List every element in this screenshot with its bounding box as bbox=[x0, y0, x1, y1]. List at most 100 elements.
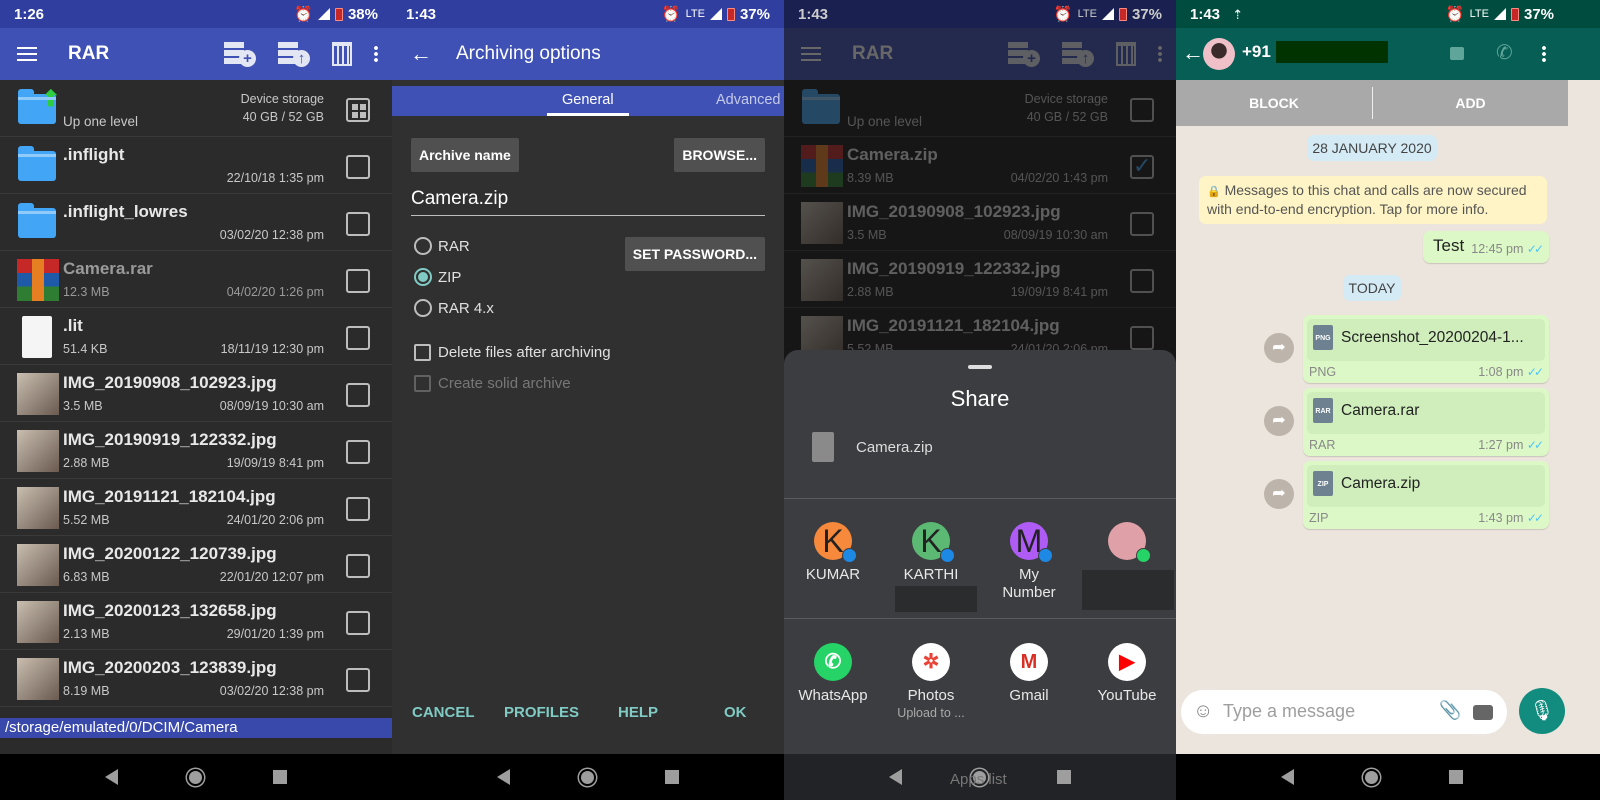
folder-up-icon: ⬆ bbox=[18, 86, 60, 124]
select-checkbox[interactable] bbox=[346, 668, 370, 692]
message-input[interactable]: Type a message bbox=[1223, 701, 1355, 722]
youtube-icon: ▶ bbox=[1108, 643, 1146, 681]
ok-button[interactable]: OK bbox=[724, 704, 747, 721]
nav-bar bbox=[0, 754, 392, 800]
document-message[interactable]: PNG Screenshot_20200204-1... PNG 1:08 pm ✓✓ bbox=[1303, 315, 1549, 383]
format-rar4-radio[interactable] bbox=[414, 299, 432, 317]
add-to-archive-icon[interactable]: + bbox=[224, 41, 256, 67]
more-options-icon[interactable] bbox=[1542, 45, 1546, 63]
archiving-options-panel: 1:43 ⏰ LTE 37% ← Archiving options General… bbox=[392, 0, 784, 800]
file-row[interactable]: IMG_20191121_182104.jpg 5.52 MB 24/01/20 2… bbox=[0, 479, 392, 536]
app-name: Photos bbox=[907, 687, 955, 704]
file-row[interactable]: IMG_20200203_123839.jpg 8.19 MB 03/02/20 1… bbox=[0, 650, 392, 707]
back-nav-icon[interactable] bbox=[1280, 769, 1294, 785]
share-contact[interactable]: K KARTHI bbox=[882, 522, 980, 584]
share-title: Share bbox=[950, 386, 1010, 411]
voice-message-button[interactable]: 🎙 bbox=[1519, 688, 1565, 734]
menu-icon[interactable] bbox=[17, 47, 37, 61]
solid-archive-label: Create solid archive bbox=[438, 375, 571, 392]
file-row[interactable]: .lit 51.4 KB 18/11/19 12:30 pm bbox=[0, 308, 392, 365]
file-row[interactable]: .inflight 22/10/18 1:35 pm bbox=[0, 137, 392, 194]
forward-icon[interactable]: ➦ bbox=[1264, 333, 1294, 363]
profiles-button[interactable]: PROFILES bbox=[504, 704, 579, 721]
share-sheet: Share Camera.zip K KUMAR K KARTHI M My Number… bbox=[784, 350, 1176, 754]
message-bubble[interactable]: Test 12:45 pm ✓✓ bbox=[1423, 231, 1549, 263]
document-message[interactable]: ZIP Camera.zip ZIP 1:43 pm ✓✓ bbox=[1303, 461, 1549, 529]
current-path: /storage/emulated/0/DCIM/Camera bbox=[0, 718, 392, 738]
app-subtitle: Upload to ... bbox=[897, 706, 965, 720]
file-row[interactable]: .inflight_lowres 03/02/20 12:38 pm bbox=[0, 194, 392, 251]
camera-icon[interactable] bbox=[1473, 705, 1493, 720]
attach-icon[interactable]: 📎 bbox=[1439, 700, 1461, 721]
file-row[interactable]: Camera.rar 12.3 MB 04/02/20 1:26 pm bbox=[0, 251, 392, 308]
delete-icon[interactable] bbox=[332, 42, 352, 66]
recents-nav-icon[interactable] bbox=[1449, 770, 1464, 784]
share-app-whatsapp[interactable]: ✆ WhatsApp bbox=[784, 643, 882, 704]
apps-list-label[interactable]: Apps list bbox=[950, 771, 1007, 788]
status-bar: 1:26 ⏰ 38% bbox=[0, 0, 392, 28]
home-nav-icon[interactable] bbox=[1362, 768, 1380, 786]
recents-nav-icon[interactable] bbox=[665, 770, 680, 784]
voice-call-icon[interactable]: ✆ bbox=[1496, 40, 1513, 65]
select-checkbox[interactable] bbox=[346, 383, 370, 407]
message-input-box[interactable]: ☺ Type a message 📎 bbox=[1181, 690, 1507, 734]
share-contact[interactable] bbox=[1078, 522, 1176, 566]
browse-button[interactable]: BROWSE... bbox=[674, 138, 765, 172]
file-row[interactable]: IMG_20190919_122332.jpg 2.88 MB 19/09/19 8… bbox=[0, 422, 392, 479]
back-arrow-icon[interactable]: ← bbox=[1182, 40, 1204, 66]
more-options-icon[interactable] bbox=[374, 45, 378, 63]
unknown-contact-bar: BLOCK ADD bbox=[1176, 80, 1568, 126]
select-checkbox[interactable] bbox=[346, 497, 370, 521]
share-contact[interactable]: K KUMAR bbox=[784, 522, 882, 584]
set-password-button[interactable]: SET PASSWORD... bbox=[624, 237, 765, 271]
whatsapp-icon: ✆ bbox=[814, 643, 852, 681]
share-app-photos[interactable]: ✲ Photos Upload to ... bbox=[882, 643, 980, 720]
document-message[interactable]: RAR Camera.rar RAR 1:27 pm ✓✓ bbox=[1303, 388, 1549, 456]
add-button[interactable]: ADD bbox=[1373, 95, 1568, 111]
select-checkbox[interactable] bbox=[346, 326, 370, 350]
app-name: Gmail bbox=[1009, 687, 1049, 704]
file-row[interactable]: IMG_20200122_120739.jpg 6.83 MB 22/01/20 1… bbox=[0, 536, 392, 593]
back-nav-icon[interactable] bbox=[496, 769, 510, 785]
recents-nav-icon[interactable] bbox=[1057, 770, 1072, 784]
drag-handle[interactable] bbox=[968, 365, 992, 369]
forward-icon[interactable]: ➦ bbox=[1264, 406, 1294, 436]
recents-nav-icon[interactable] bbox=[273, 770, 288, 784]
emoji-icon[interactable]: ☺ bbox=[1193, 700, 1213, 723]
cancel-button[interactable]: CANCEL bbox=[412, 704, 475, 721]
video-call-icon[interactable] bbox=[1450, 47, 1464, 60]
home-nav-icon[interactable] bbox=[578, 768, 596, 786]
home-nav-icon[interactable] bbox=[186, 768, 204, 786]
grid-view-icon[interactable] bbox=[346, 98, 370, 122]
archive-name-input[interactable]: Camera.zip bbox=[411, 188, 765, 216]
delete-files-checkbox[interactable] bbox=[414, 344, 431, 361]
contact-number[interactable]: +91 bbox=[1242, 42, 1271, 62]
share-app-youtube[interactable]: ▶ YouTube bbox=[1078, 643, 1176, 704]
up-one-level-row[interactable]: ⬆ Up one level Device storage 40 GB / 52… bbox=[0, 80, 392, 137]
help-button[interactable]: HELP bbox=[618, 704, 658, 721]
format-rar-radio[interactable] bbox=[414, 237, 432, 255]
select-checkbox[interactable] bbox=[346, 155, 370, 179]
select-checkbox[interactable] bbox=[346, 269, 370, 293]
share-contact[interactable]: M My Number bbox=[980, 522, 1078, 602]
select-checkbox[interactable] bbox=[346, 440, 370, 464]
extract-icon[interactable]: ↑ bbox=[278, 41, 310, 67]
select-checkbox[interactable] bbox=[346, 554, 370, 578]
select-checkbox[interactable] bbox=[346, 212, 370, 236]
format-zip-radio[interactable] bbox=[414, 268, 432, 286]
zip-archive-icon bbox=[801, 145, 843, 187]
contact-avatar[interactable] bbox=[1203, 38, 1235, 70]
block-button[interactable]: BLOCK bbox=[1176, 95, 1372, 111]
encryption-notice[interactable]: 🔒 Messages to this chat and calls are no… bbox=[1199, 176, 1547, 224]
file-row[interactable]: IMG_20190908_102923.jpg 3.5 MB 08/09/19 10… bbox=[0, 365, 392, 422]
file-row[interactable]: IMG_20200123_132658.jpg 2.13 MB 29/01/20 1… bbox=[0, 593, 392, 650]
back-nav-icon[interactable] bbox=[888, 769, 902, 785]
forward-icon[interactable]: ➦ bbox=[1264, 479, 1294, 509]
tab-advanced[interactable]: Advanced bbox=[716, 92, 781, 108]
tab-general[interactable]: General bbox=[562, 92, 614, 108]
back-arrow-icon[interactable]: ← bbox=[410, 41, 432, 67]
share-app-gmail[interactable]: M Gmail bbox=[980, 643, 1078, 704]
back-nav-icon[interactable] bbox=[104, 769, 118, 785]
select-checkbox[interactable] bbox=[346, 611, 370, 635]
file-name: IMG_20190919_122332.jpg bbox=[63, 430, 277, 449]
